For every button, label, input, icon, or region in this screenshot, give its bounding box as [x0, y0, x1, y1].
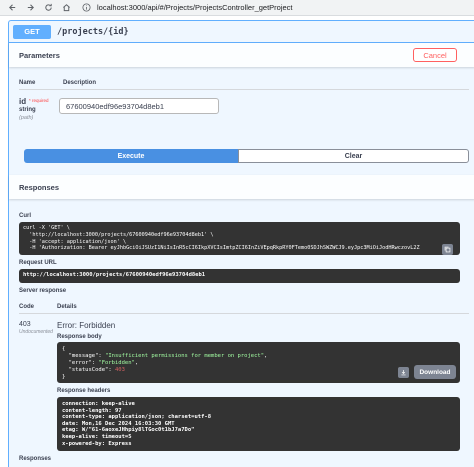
download-icon	[401, 370, 406, 376]
json-key: "error":	[68, 360, 99, 366]
response-headers-label: Response headers	[57, 388, 111, 394]
browser-toolbar: localhost:3000/api/#/Projects/ProjectsCo…	[0, 0, 474, 16]
response-code-note: Undocumented	[19, 329, 53, 335]
cancel-button[interactable]: Cancel	[413, 48, 457, 62]
operation-path: /projects/{id}	[57, 26, 129, 37]
home-icon[interactable]	[60, 2, 72, 14]
parameters-header: Parameters Cancel	[9, 43, 474, 67]
header-line: keep-alive: timeout=5	[62, 433, 132, 440]
json-value: 403	[114, 367, 125, 373]
arrow-left-icon[interactable]	[6, 2, 18, 14]
header-line: connection: keep-alive	[62, 401, 135, 407]
header-line: etag: W/"61-6aoxeJHhpiy8lTGoc0t1bJ7a7Do"	[62, 427, 195, 434]
json-brace: {	[62, 346, 66, 352]
col-details-header: Details	[57, 304, 77, 310]
request-url-label: Request URL	[19, 260, 57, 266]
operation-summary[interactable]: GET /projects/{id}	[9, 21, 474, 43]
clear-button[interactable]: Clear	[238, 149, 469, 163]
param-location: (path)	[19, 115, 34, 121]
curl-line: -H 'accept: application/json' \	[23, 238, 127, 245]
col-description-header: Description	[63, 80, 97, 86]
arrow-right-icon[interactable]	[24, 2, 36, 14]
response-body-label: Response body	[57, 334, 102, 340]
reload-icon[interactable]	[42, 2, 54, 14]
col-name-header: Name	[19, 80, 36, 86]
curl-code[interactable]: curl -X 'GET' \ 'http://localhost:3000/p…	[19, 222, 460, 255]
responses-title: Responses	[19, 182, 60, 192]
responses-footer-title: Responses	[19, 456, 52, 462]
address-bar[interactable]: localhost:3000/api/#/Projects/ProjectsCo…	[82, 2, 293, 14]
operation-block: GET /projects/{id} Parameters Cancel Nam…	[8, 20, 474, 467]
json-brace: }	[62, 374, 66, 380]
download-button[interactable]: Download	[414, 365, 456, 379]
method-badge: GET	[13, 24, 51, 39]
json-key: "message":	[68, 353, 106, 359]
col-code-header: Code	[19, 304, 34, 310]
response-code: 403	[19, 321, 31, 328]
param-name: id	[19, 97, 27, 106]
copy-curl-button[interactable]	[442, 244, 453, 255]
divider	[19, 313, 469, 314]
header-line: x-powered-by: Express	[62, 440, 132, 447]
info-lock-icon[interactable]	[82, 3, 91, 12]
request-url: http://localhost:3000/projects/67600940e…	[19, 269, 460, 283]
header-line: content-type: application/json; charset=…	[62, 414, 212, 421]
curl-line: curl -X 'GET' \	[23, 225, 70, 231]
curl-line: -H 'Authorization: Bearer eyJhbGciOiJSUz…	[23, 245, 420, 252]
divider	[19, 89, 469, 90]
copy-icon	[444, 246, 451, 253]
param-required: * required	[29, 98, 49, 103]
curl-label: Curl	[19, 213, 31, 219]
json-key: "statusCode":	[68, 367, 115, 373]
responses-header: Responses	[9, 175, 474, 199]
url-text: localhost:3000/api/#/Projects/ProjectsCo…	[97, 3, 293, 12]
param-type: string	[19, 107, 36, 113]
response-headers: connection: keep-alive content-length: 97…	[57, 397, 460, 451]
parameters-title: Parameters	[19, 50, 60, 60]
server-response-label: Server response	[19, 288, 67, 294]
header-line: date: Mon,16 Dec 2024 16:03:30 GMT	[62, 420, 175, 427]
curl-line: 'http://localhost:3000/projects/67600940…	[23, 231, 214, 238]
error-title: Error: Forbidden	[57, 321, 116, 330]
json-value: "Insufficient permissions for member on …	[105, 353, 265, 359]
action-buttons: Execute Clear	[24, 149, 469, 163]
id-input[interactable]: 67600940edf96e93704d8eb1	[59, 98, 219, 114]
json-value: "Forbidden"	[98, 360, 135, 366]
execute-button[interactable]: Execute	[24, 149, 238, 163]
copy-body-button[interactable]	[398, 367, 409, 378]
